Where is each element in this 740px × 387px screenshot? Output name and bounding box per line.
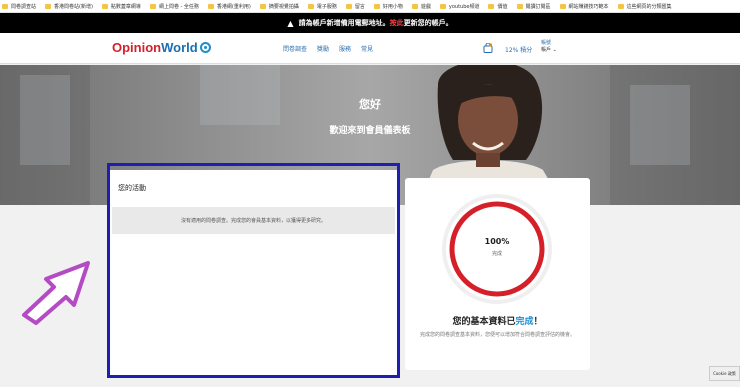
profile-complete-description: 完成您的問卷調查基本資料，您便可以增加符合問卷調查評估的機會。 bbox=[419, 332, 575, 338]
profile-complete-title: 您的基本資料已完成！ bbox=[452, 317, 543, 327]
hero-subtitle: 歡迎來到會員儀表板 bbox=[329, 126, 411, 136]
bookmark-item[interactable]: 電子服務 bbox=[307, 3, 337, 10]
bookmark-item[interactable]: 留言 bbox=[345, 3, 365, 10]
folder-icon bbox=[439, 3, 446, 9]
main-menu: 問卷調查 獎勵 服務 常見 bbox=[283, 44, 383, 53]
folder-icon bbox=[101, 3, 108, 9]
folder-icon bbox=[207, 3, 214, 9]
folder-icon bbox=[411, 3, 418, 9]
alert-text-end: 更新您的帳戶。 bbox=[403, 19, 453, 27]
bookmark-item[interactable]: 網上問卷 - 全任務 bbox=[149, 3, 199, 10]
folder-icon bbox=[149, 3, 156, 9]
warning-icon: ▲ bbox=[287, 18, 294, 28]
account-name: 帳戶 ⌄ bbox=[541, 47, 557, 53]
globe-icon bbox=[199, 42, 211, 53]
bookmark-item[interactable]: 香港問卷站(新增) bbox=[45, 3, 93, 10]
top-navbar: OpinionWorld 問卷調查 獎勵 服務 常見 12% 積分 帳號 帳戶 … bbox=[0, 33, 740, 64]
bookmark-item[interactable]: 價值 bbox=[488, 3, 508, 10]
folder-icon bbox=[45, 3, 52, 9]
annotation-arrow-icon bbox=[22, 261, 90, 325]
folder-icon bbox=[488, 3, 495, 9]
opinionworld-logo[interactable]: OpinionWorld bbox=[112, 40, 211, 55]
folder-icon bbox=[307, 3, 314, 9]
highlight-annotation-box bbox=[107, 163, 400, 378]
folder-icon bbox=[617, 3, 624, 9]
folder-icon bbox=[345, 3, 352, 9]
cookie-policy-button[interactable]: Cookie 政策 bbox=[709, 366, 740, 381]
bookmark-item[interactable]: 遊戲 bbox=[411, 3, 431, 10]
account-label: 帳號 bbox=[541, 40, 552, 46]
bookmark-item[interactable]: 閱讀訂閱區 bbox=[516, 3, 551, 10]
bookmark-item[interactable]: youtube頻道 bbox=[439, 3, 479, 10]
hero-greeting: 您好 bbox=[359, 98, 381, 111]
bookmark-item[interactable]: 問卷調查站 bbox=[2, 3, 36, 10]
bookmark-item[interactable]: 網站賺錢技巧範本 bbox=[559, 3, 609, 10]
progress-percent: 100% bbox=[484, 237, 510, 246]
bookmarks-bar: 問卷調查站 香港問卷站(新增) 點數蓋章網導 網上問卷 - 全任務 香港網(重利… bbox=[0, 0, 740, 13]
folder-icon bbox=[516, 3, 523, 9]
progress-ring bbox=[442, 194, 552, 304]
shopping-bag-icon[interactable] bbox=[483, 43, 493, 53]
bookmark-item[interactable]: 這些網頁的分類匯集 bbox=[617, 3, 672, 10]
menu-item-surveys[interactable]: 問卷調查 bbox=[283, 44, 307, 53]
progress-label: 完成 bbox=[491, 251, 502, 257]
points-link[interactable]: 12% 積分 bbox=[505, 45, 532, 54]
folder-icon bbox=[259, 3, 266, 9]
folder-icon bbox=[373, 3, 380, 9]
alert-link[interactable]: 按此 bbox=[390, 18, 404, 28]
bookmark-item[interactable]: 摘要視覺拍攝 bbox=[259, 3, 299, 10]
bookmark-item[interactable]: 點數蓋章網導 bbox=[101, 3, 141, 10]
folder-icon bbox=[2, 3, 8, 9]
menu-item-services[interactable]: 服務 bbox=[339, 44, 351, 53]
bookmark-item[interactable]: 香港網(重利用) bbox=[207, 3, 251, 10]
menu-item-rewards[interactable]: 獎勵 bbox=[317, 44, 329, 53]
alert-banner: ▲ 請為帳戶新增備用電郵地址。 按此 更新您的帳戶。 bbox=[0, 13, 740, 33]
menu-item-faq[interactable]: 常見 bbox=[361, 44, 373, 53]
folder-icon bbox=[559, 3, 566, 9]
alert-text: 請為帳戶新增備用電郵地址。 bbox=[298, 19, 390, 27]
account-menu[interactable]: 帳號 帳戶 ⌄ bbox=[541, 40, 557, 54]
bookmark-item[interactable]: 好用小物 bbox=[373, 3, 403, 10]
